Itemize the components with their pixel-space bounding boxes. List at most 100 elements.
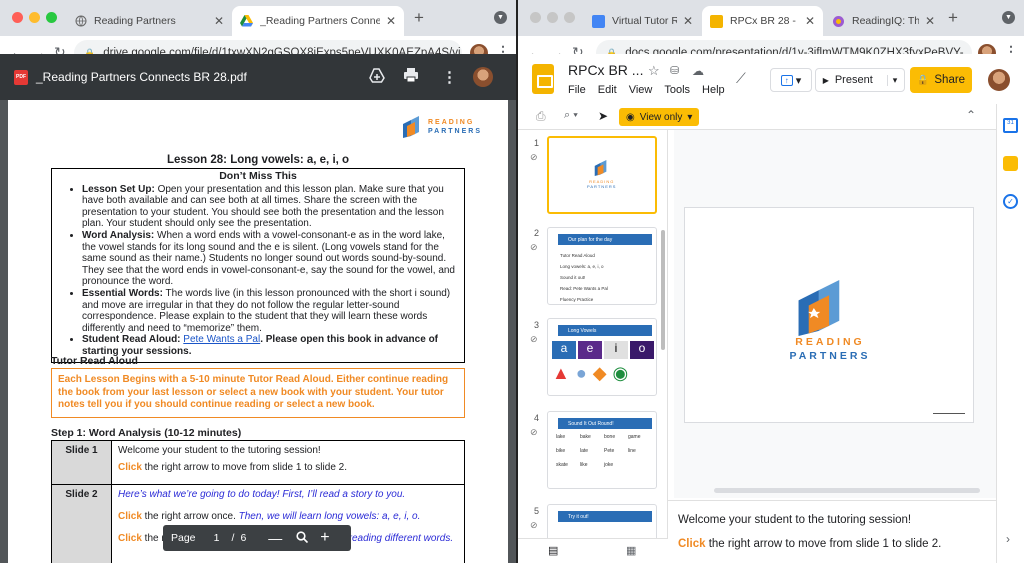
- expand-panel-icon[interactable]: ›: [1006, 532, 1010, 546]
- reading-partners-logo: READING PARTNERS: [401, 116, 482, 138]
- filmstrip-view-icon[interactable]: ▤: [548, 544, 558, 557]
- tutor-read-aloud-heading: Tutor Read Aloud: [51, 355, 138, 367]
- slide-filmstrip[interactable]: 1 ⊘ READING PARTNERS 2 ⊘ Our plan for th…: [518, 130, 668, 538]
- filmstrip-scrollbar[interactable]: [661, 230, 665, 350]
- slide-number: 4: [534, 413, 540, 423]
- side-panel: 31 ✓ ›: [996, 104, 1024, 563]
- comments-button[interactable]: ↑ ▾: [770, 68, 812, 92]
- present-button[interactable]: ▶ Present ▾: [815, 68, 905, 92]
- zoom-icon[interactable]: ⌕ ▾: [564, 109, 578, 122]
- vowel-pictures: ▲ ● ◆ ◉: [552, 363, 628, 384]
- pdf-viewer-header: PDF _Reading Partners Connects BR 28.pdf…: [0, 54, 516, 100]
- step1-heading: Step 1: Word Analysis (10-12 minutes): [51, 427, 242, 439]
- pdf-document-area[interactable]: READING PARTNERS Lesson 28: Long vowels:…: [0, 100, 516, 563]
- tab-title: RPCx BR 28 - Go: [730, 15, 799, 27]
- tab-reading-partners[interactable]: Reading Partners ✕: [66, 6, 232, 36]
- view-only-button[interactable]: ◉ View only ▾: [619, 108, 700, 126]
- main-logo-partners: PARTNERS: [789, 350, 871, 362]
- close-icon[interactable]: ✕: [925, 14, 935, 28]
- zoom-in-button[interactable]: +: [320, 529, 329, 547]
- tab-search-icon[interactable]: ▼: [494, 11, 507, 24]
- left-browser-window: Reading Partners ✕ _Reading Partners Con…: [0, 0, 516, 563]
- slide-thumbnail-2[interactable]: Our plan for the day Tutor Read Aloud Lon…: [547, 227, 657, 305]
- slides-logo-icon[interactable]: [532, 64, 554, 94]
- slide-number: 3: [534, 320, 540, 330]
- thumb-header: Try it out!: [558, 511, 652, 522]
- close-icon[interactable]: ✕: [214, 14, 224, 28]
- slides-header: RPCx BR ... ☆ ⛁ ☁ File Edit View Tools H…: [518, 54, 1024, 104]
- menu-view[interactable]: View: [629, 84, 653, 96]
- logo-partners-text: PARTNERS: [428, 128, 482, 135]
- activity-trend-icon[interactable]: ⟋: [736, 70, 746, 87]
- lesson-title: Lesson 28: Long vowels: a, e, i, o: [166, 154, 350, 166]
- tab-slides[interactable]: RPCx BR 28 - Go ✕: [702, 6, 823, 36]
- tab-pdf[interactable]: _Reading Partners Connects B ✕: [232, 6, 404, 36]
- slide-number: 1: [534, 138, 540, 148]
- slide-thumbnail-1[interactable]: READING PARTNERS: [547, 136, 657, 214]
- calendar-icon[interactable]: 31: [1003, 118, 1018, 133]
- present-dropdown-icon[interactable]: ▾: [886, 74, 897, 86]
- zoom-window-button[interactable]: [46, 12, 57, 23]
- print-icon[interactable]: ⎙: [536, 109, 546, 124]
- more-options-icon[interactable]: ⋮: [442, 68, 457, 86]
- minimize-window-button[interactable]: [29, 12, 40, 23]
- zoom-window-button[interactable]: [564, 12, 575, 23]
- cloud-status-icon: ☁: [692, 64, 704, 78]
- keep-icon[interactable]: [1003, 156, 1018, 171]
- tab-title: Reading Partners: [94, 15, 176, 27]
- star-icon[interactable]: ☆: [648, 63, 660, 79]
- close-window-button[interactable]: [530, 12, 541, 23]
- profile-avatar[interactable]: [988, 69, 1010, 91]
- slide-thumbnail-5[interactable]: Try it out!: [547, 504, 657, 538]
- setup-bullet: Lesson Set Up: Open your presentation an…: [82, 184, 456, 230]
- slide-canvas-area[interactable]: READING PARTNERS: [674, 130, 996, 498]
- lock-icon: 🔒: [916, 74, 930, 86]
- close-icon[interactable]: ✕: [805, 14, 815, 28]
- page-separator: /: [231, 532, 235, 544]
- menu-tools[interactable]: Tools: [664, 84, 690, 96]
- zoom-out-button[interactable]: —: [268, 530, 282, 546]
- collapse-chevron-icon[interactable]: ⌃: [966, 108, 976, 122]
- readingiq-icon: [832, 15, 845, 28]
- tab-search-icon[interactable]: ▼: [1002, 11, 1015, 24]
- essential-words-bullet: Essential Words: The words live (in this…: [82, 288, 456, 334]
- print-icon[interactable]: [403, 68, 419, 86]
- menu-help[interactable]: Help: [702, 84, 725, 96]
- tasks-icon[interactable]: ✓: [1003, 194, 1018, 209]
- docs-icon: [592, 14, 605, 28]
- close-icon[interactable]: ✕: [386, 14, 396, 28]
- new-tab-button[interactable]: +: [948, 8, 958, 28]
- book-link[interactable]: Pete Wants a Pal: [183, 334, 260, 345]
- select-cursor-icon[interactable]: ➤: [598, 109, 608, 123]
- new-tab-button[interactable]: +: [414, 8, 424, 28]
- document-title[interactable]: RPCx BR ...: [568, 62, 643, 78]
- grid-view-icon[interactable]: ▦: [626, 544, 636, 557]
- slide-number: 2: [534, 228, 540, 238]
- zoom-search-icon[interactable]: [296, 530, 309, 546]
- dont-miss-this-title: Don’t Miss This: [219, 170, 297, 182]
- slide-number: 5: [534, 506, 540, 516]
- page-total: 6: [240, 532, 247, 544]
- add-to-drive-icon[interactable]: [369, 68, 385, 87]
- logo-reading-text: READING: [428, 119, 475, 126]
- slide-thumbnail-3[interactable]: Long Vowels a e i o ▲ ● ◆ ◉: [547, 318, 657, 396]
- move-icon[interactable]: ⛁: [670, 64, 679, 77]
- globe-icon: ◉: [612, 363, 629, 383]
- slides-toolbar: ⎙ ⌕ ▾ ➤ ◉ View only ▾ ⌃: [518, 104, 1024, 130]
- pdf-page: READING PARTNERS Lesson 28: Long vowels:…: [8, 100, 508, 563]
- profile-avatar[interactable]: [473, 67, 493, 87]
- horizontal-scrollbar[interactable]: [714, 488, 980, 493]
- tab-readingiq[interactable]: ReadingIQ: Thous ✕: [824, 6, 943, 36]
- menu-edit[interactable]: Edit: [598, 84, 617, 96]
- share-button[interactable]: 🔒 Share: [910, 67, 972, 93]
- page-number-input[interactable]: 1: [208, 532, 226, 544]
- minimize-window-button[interactable]: [547, 12, 558, 23]
- close-window-button[interactable]: [12, 12, 23, 23]
- menu-file[interactable]: File: [568, 84, 586, 96]
- eye-icon: ◉: [626, 111, 635, 123]
- attachment-icon: ⊘: [530, 242, 538, 252]
- slide-thumbnail-4[interactable]: Sound It Out Round! lake bake bone game bik…: [547, 411, 657, 489]
- main-logo: [793, 280, 855, 339]
- tab-virtual-tutor[interactable]: Virtual Tutor Rea ✕: [584, 6, 701, 36]
- close-icon[interactable]: ✕: [683, 14, 693, 28]
